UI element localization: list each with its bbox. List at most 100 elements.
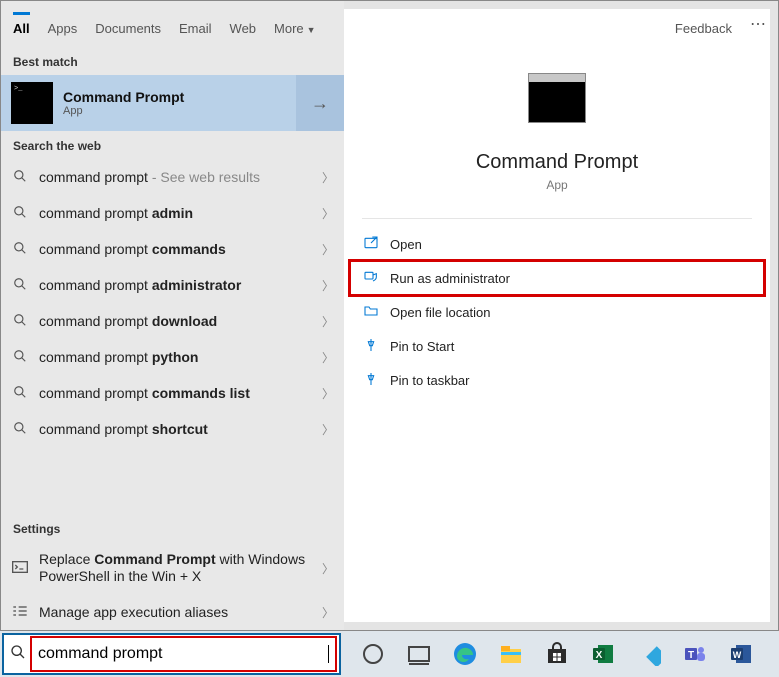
taskbar-teams-icon[interactable]: T bbox=[681, 640, 709, 668]
shield-icon bbox=[360, 269, 382, 288]
chevron-right-icon: 〉 bbox=[322, 277, 334, 294]
settings-results-list: Replace Command Prompt with Windows Powe… bbox=[1, 542, 344, 630]
search-icon bbox=[10, 644, 26, 664]
preview-title: Command Prompt bbox=[476, 151, 638, 174]
open-icon bbox=[360, 235, 382, 254]
chevron-right-icon: 〉 bbox=[322, 241, 334, 258]
start-search-panel: All Apps Documents Email Web More▼ Feedb… bbox=[0, 0, 779, 631]
svg-text:X: X bbox=[596, 650, 603, 661]
feedback-link[interactable]: Feedback bbox=[675, 12, 732, 36]
result-label: command prompt shortcut bbox=[39, 421, 322, 438]
search-input[interactable]: command prompt bbox=[38, 645, 328, 663]
svg-text:T: T bbox=[688, 650, 694, 661]
chevron-right-icon: 〉 bbox=[322, 385, 334, 402]
search-icon bbox=[11, 169, 29, 186]
web-result[interactable]: command prompt - See web results〉 bbox=[1, 159, 344, 195]
pin-taskbar-icon bbox=[360, 371, 382, 390]
taskbar-cortana-icon[interactable] bbox=[359, 640, 387, 668]
action-label: Pin to Start bbox=[390, 339, 454, 354]
taskbar-word-icon[interactable]: W bbox=[727, 640, 755, 668]
command-prompt-icon bbox=[11, 82, 53, 124]
preview-subtitle: App bbox=[546, 178, 567, 192]
action-folder[interactable]: Open file location bbox=[350, 295, 764, 329]
chevron-right-icon: 〉 bbox=[322, 604, 334, 621]
web-result[interactable]: command prompt administrator〉 bbox=[1, 267, 344, 303]
tab-all[interactable]: All bbox=[13, 12, 30, 36]
search-icon bbox=[11, 313, 29, 330]
expand-arrow-icon[interactable]: → bbox=[296, 75, 344, 131]
chevron-right-icon: 〉 bbox=[322, 349, 334, 366]
more-options-icon[interactable]: ⋯ bbox=[750, 14, 768, 34]
console-icon bbox=[11, 560, 29, 576]
results-column: Best match Command Prompt App → Search t… bbox=[1, 1, 344, 630]
result-label: command prompt commands list bbox=[39, 385, 322, 402]
taskbar: command prompt X T W bbox=[0, 631, 779, 677]
section-settings: Settings bbox=[1, 514, 344, 542]
taskbar-edge-icon[interactable] bbox=[451, 640, 479, 668]
chevron-down-icon: ▼ bbox=[307, 25, 316, 35]
search-icon bbox=[11, 385, 29, 402]
chevron-right-icon: 〉 bbox=[322, 421, 334, 438]
pin-start-icon bbox=[360, 337, 382, 356]
result-label: command prompt admin bbox=[39, 205, 322, 222]
tab-more[interactable]: More▼ bbox=[274, 12, 316, 36]
chevron-right-icon: 〉 bbox=[322, 560, 334, 577]
taskbar-store-icon[interactable] bbox=[543, 640, 571, 668]
search-icon bbox=[11, 349, 29, 366]
web-result[interactable]: command prompt admin〉 bbox=[1, 195, 344, 231]
search-icon bbox=[11, 241, 29, 258]
search-icon bbox=[11, 421, 29, 438]
taskbar-search[interactable]: command prompt bbox=[2, 633, 341, 675]
settings-result[interactable]: Manage app execution aliases〉 bbox=[1, 594, 344, 630]
chevron-right-icon: 〉 bbox=[322, 205, 334, 222]
tab-web[interactable]: Web bbox=[230, 12, 257, 36]
result-label: command prompt administrator bbox=[39, 277, 322, 294]
web-result[interactable]: command prompt commands〉 bbox=[1, 231, 344, 267]
action-pin-taskbar[interactable]: Pin to taskbar bbox=[350, 363, 764, 397]
preview-pane: Command Prompt App Open Run as administra… bbox=[344, 9, 770, 622]
filter-tabs: All Apps Documents Email Web More▼ Feedb… bbox=[1, 1, 779, 47]
tab-email[interactable]: Email bbox=[179, 12, 212, 36]
web-result[interactable]: command prompt commands list〉 bbox=[1, 375, 344, 411]
taskbar-task-view-icon[interactable] bbox=[405, 640, 433, 668]
list-icon bbox=[11, 604, 29, 621]
best-match-result[interactable]: Command Prompt App → bbox=[1, 75, 344, 131]
taskbar-icons: XTW bbox=[341, 640, 779, 668]
section-search-web: Search the web bbox=[1, 131, 344, 159]
tab-documents[interactable]: Documents bbox=[95, 12, 161, 36]
app-icon-large bbox=[528, 73, 586, 123]
action-open[interactable]: Open bbox=[350, 227, 764, 261]
section-best-match: Best match bbox=[1, 47, 344, 75]
action-label: Run as administrator bbox=[390, 271, 510, 286]
search-icon bbox=[11, 277, 29, 294]
taskbar-excel-icon[interactable]: X bbox=[589, 640, 617, 668]
action-label: Pin to taskbar bbox=[390, 373, 470, 388]
search-icon bbox=[11, 205, 29, 222]
tab-apps[interactable]: Apps bbox=[48, 12, 78, 36]
result-label: command prompt download bbox=[39, 313, 322, 330]
taskbar-kodi-icon[interactable] bbox=[635, 640, 663, 668]
best-match-title: Command Prompt bbox=[63, 89, 184, 105]
svg-text:W: W bbox=[733, 650, 742, 660]
taskbar-explorer-icon[interactable] bbox=[497, 640, 525, 668]
web-results-list: command prompt - See web results〉command… bbox=[1, 159, 344, 514]
text-caret bbox=[328, 645, 329, 663]
action-pin-start[interactable]: Pin to Start bbox=[350, 329, 764, 363]
search-annotation: command prompt bbox=[32, 638, 335, 670]
web-result[interactable]: command prompt python〉 bbox=[1, 339, 344, 375]
chevron-right-icon: 〉 bbox=[322, 169, 334, 186]
best-match-subtitle: App bbox=[63, 105, 184, 117]
folder-icon bbox=[360, 303, 382, 322]
action-label: Open file location bbox=[390, 305, 490, 320]
action-list: Open Run as administrator Open file locati… bbox=[344, 219, 770, 405]
action-shield[interactable]: Run as administrator bbox=[350, 261, 764, 295]
settings-result[interactable]: Replace Command Prompt with Windows Powe… bbox=[1, 542, 344, 594]
web-result[interactable]: command prompt shortcut〉 bbox=[1, 411, 344, 447]
chevron-right-icon: 〉 bbox=[322, 313, 334, 330]
result-label: Manage app execution aliases bbox=[39, 604, 322, 621]
result-label: Replace Command Prompt with Windows Powe… bbox=[39, 551, 322, 585]
web-result[interactable]: command prompt download〉 bbox=[1, 303, 344, 339]
action-label: Open bbox=[390, 237, 422, 252]
result-label: command prompt - See web results bbox=[39, 169, 322, 186]
result-label: command prompt commands bbox=[39, 241, 322, 258]
